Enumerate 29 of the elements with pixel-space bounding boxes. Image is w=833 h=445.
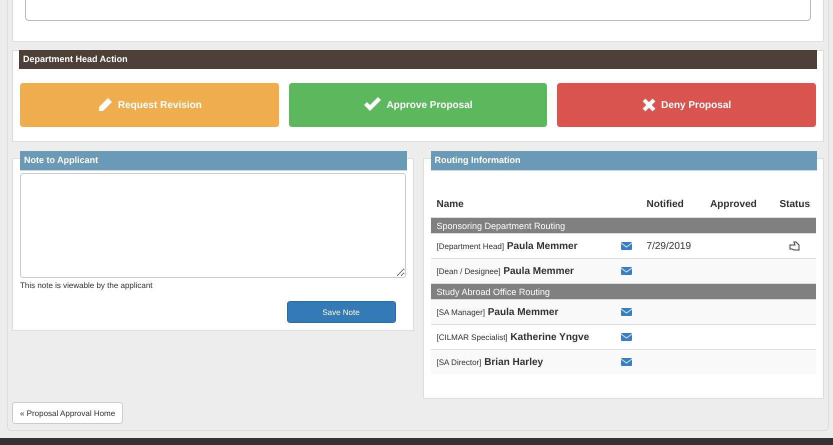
panel-header: Note to Applicant [20, 151, 406, 171]
approve-button[interactable]: Approve Proposal [288, 83, 548, 127]
close-icon [642, 98, 656, 112]
approver-name: [Dean / Designee] Paula Memmer [436, 266, 574, 276]
save-note-button[interactable]: Save Note [286, 301, 396, 323]
envelope-icon[interactable] [620, 242, 632, 250]
note-field[interactable] [20, 173, 406, 278]
help-text: This note is viewable by the applicant [20, 281, 154, 290]
pencil-icon [96, 97, 113, 113]
column-header: Approved [704, 191, 774, 218]
checkmark-icon [363, 97, 382, 113]
column-header: Name [430, 191, 615, 218]
envelope-icon[interactable] [620, 333, 632, 341]
column-header: Notified [640, 191, 704, 218]
back-link-button[interactable]: « Proposal Approval Home [12, 402, 124, 424]
envelope-icon[interactable] [620, 308, 632, 316]
deny-button[interactable]: Deny Proposal [557, 83, 816, 127]
approver-name: [CILMAR Specialist] Katherine Yngve [436, 332, 590, 342]
envelope-icon[interactable] [620, 267, 632, 275]
group-header: Sponsoring Department Routing [430, 218, 816, 234]
approver-name: [SA Manager] Paula Memmer [436, 306, 558, 318]
date-cell: 7/29/2019 [646, 240, 692, 252]
approver-name: [Department Head] Paula Memmer [436, 240, 578, 252]
panel-header: Department Head Action [19, 50, 817, 69]
panel-header: Routing Information [430, 151, 817, 171]
column-header: Status [773, 191, 816, 218]
envelope-icon[interactable] [620, 358, 632, 366]
group-header: Study Abroad Office Routing [430, 284, 816, 300]
approver-name: [SA Director] Brian Harley [436, 356, 544, 368]
